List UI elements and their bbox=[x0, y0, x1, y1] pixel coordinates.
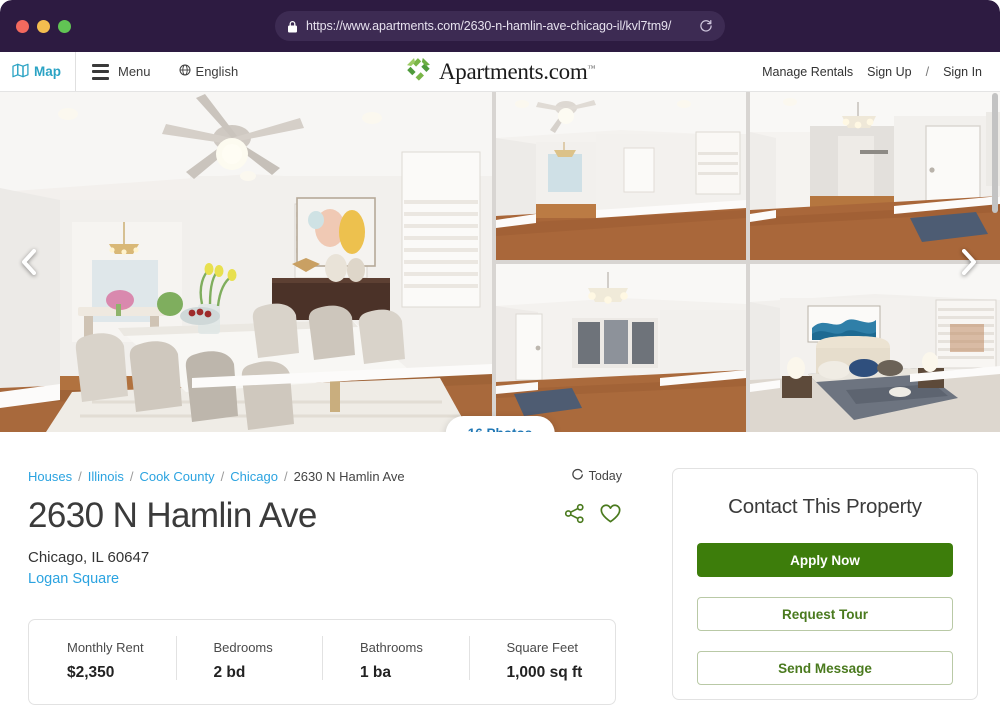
map-icon bbox=[12, 63, 29, 81]
close-window-button[interactable] bbox=[16, 19, 29, 33]
contact-card-title: Contact This Property bbox=[728, 495, 922, 518]
gallery-prev-button[interactable] bbox=[12, 245, 46, 279]
globe-icon bbox=[179, 64, 191, 79]
stat-bedrooms: Bedrooms 2 bd bbox=[175, 635, 323, 682]
thumbnail-photo-3[interactable] bbox=[496, 264, 746, 432]
breadcrumb-item-cook-county[interactable]: Cook County bbox=[139, 469, 214, 484]
language-button[interactable]: English bbox=[165, 52, 253, 91]
sign-in-link[interactable]: Sign In bbox=[943, 65, 982, 79]
apartments-pinwheel-icon bbox=[405, 56, 432, 88]
page-title: 2630 N Hamlin Ave bbox=[28, 496, 317, 535]
breadcrumb-item-chicago[interactable]: Chicago bbox=[230, 469, 278, 484]
header-left-group: Map Menu English bbox=[0, 52, 252, 91]
listing-content: Houses / Illinois / Cook County / Chicag… bbox=[0, 432, 1000, 705]
sign-up-link[interactable]: Sign Up bbox=[867, 65, 911, 79]
stat-value: $2,350 bbox=[67, 663, 115, 681]
manage-rentals-link[interactable]: Manage Rentals bbox=[762, 65, 853, 79]
property-stats: Monthly Rent $2,350 Bedrooms 2 bd Bathro… bbox=[28, 618, 616, 705]
request-tour-button[interactable]: Request Tour bbox=[697, 597, 953, 631]
maximize-window-button[interactable] bbox=[58, 19, 71, 33]
gallery-thumbnails bbox=[496, 92, 1000, 432]
site-logo-text: Apartments.com™ bbox=[438, 58, 596, 84]
stat-square-feet: Square Feet 1,000 sq ft bbox=[468, 635, 616, 682]
stat-label: Bathrooms bbox=[360, 639, 423, 655]
thumbnail-photo-4[interactable] bbox=[750, 264, 1000, 432]
stat-bathrooms: Bathrooms 1 ba bbox=[322, 635, 469, 682]
stat-monthly-rent: Monthly Rent $2,350 bbox=[29, 640, 176, 682]
listing-details-column: Houses / Illinois / Cook County / Chicag… bbox=[28, 468, 648, 705]
breadcrumb-item-illinois[interactable]: Illinois bbox=[88, 469, 124, 484]
hamburger-icon bbox=[92, 63, 109, 80]
share-icon[interactable] bbox=[564, 503, 585, 529]
stat-label: Bedrooms bbox=[213, 639, 273, 655]
page-scrollbar[interactable] bbox=[992, 93, 998, 213]
send-message-button[interactable]: Send Message bbox=[697, 651, 953, 685]
breadcrumb-row: Houses / Illinois / Cook County / Chicag… bbox=[28, 468, 648, 484]
breadcrumb-separator: / bbox=[283, 468, 288, 484]
menu-button-label: Menu bbox=[118, 64, 151, 79]
last-updated: Today bbox=[571, 468, 648, 484]
traffic-lights bbox=[16, 19, 71, 33]
hero-photo[interactable] bbox=[0, 92, 492, 432]
photo-count-button[interactable]: 16 Photos bbox=[445, 416, 555, 432]
browser-chrome: https://www.apartments.com/2630-n-hamlin… bbox=[0, 0, 1000, 52]
gallery-next-button[interactable] bbox=[952, 245, 986, 279]
thumbnail-photo-2[interactable] bbox=[750, 92, 1000, 260]
stat-value: 1,000 sq ft bbox=[506, 663, 583, 681]
breadcrumb-item-houses[interactable]: Houses bbox=[28, 469, 72, 484]
stat-value: 2 bd bbox=[213, 663, 246, 681]
site-header: Map Menu English Apartments.com™ Manage … bbox=[0, 52, 1000, 92]
city-state-zip: Chicago, IL 60647 bbox=[28, 548, 150, 566]
breadcrumb-item-current: 2630 N Hamlin Ave bbox=[293, 468, 405, 484]
refresh-icon bbox=[571, 468, 584, 484]
map-button-label: Map bbox=[34, 64, 61, 79]
browser-window: https://www.apartments.com/2630-n-hamlin… bbox=[0, 0, 1000, 710]
map-button[interactable]: Map bbox=[0, 52, 76, 91]
breadcrumb-separator: / bbox=[220, 468, 225, 484]
title-row: 2630 N Hamlin Ave bbox=[28, 496, 648, 535]
breadcrumb-separator: / bbox=[129, 468, 134, 484]
neighborhood-link[interactable]: Logan Square bbox=[28, 571, 648, 587]
url-text: https://www.apartments.com/2630-n-hamlin… bbox=[306, 19, 672, 33]
site-logo[interactable]: Apartments.com™ bbox=[405, 56, 595, 88]
heart-icon[interactable] bbox=[599, 503, 622, 529]
nav-separator: / bbox=[925, 64, 930, 79]
stat-label: Square Feet bbox=[506, 639, 579, 655]
breadcrumb: Houses / Illinois / Cook County / Chicag… bbox=[28, 469, 405, 484]
address-bar[interactable]: https://www.apartments.com/2630-n-hamlin… bbox=[275, 11, 725, 41]
menu-button[interactable]: Menu bbox=[76, 52, 165, 91]
minimize-window-button[interactable] bbox=[37, 19, 50, 33]
trademark-symbol: ™ bbox=[587, 62, 596, 72]
contact-property-card: Contact This Property Apply Now Request … bbox=[672, 468, 978, 700]
apply-now-button[interactable]: Apply Now bbox=[697, 543, 953, 577]
photo-gallery: 16 Photos bbox=[0, 92, 1000, 432]
header-right-group: Manage Rentals Sign Up / Sign In bbox=[762, 65, 1000, 79]
reload-icon[interactable] bbox=[699, 19, 713, 33]
stat-value: 1 ba bbox=[360, 663, 392, 681]
last-updated-label: Today bbox=[588, 469, 622, 483]
stat-label: Monthly Rent bbox=[67, 639, 144, 655]
language-button-label: English bbox=[195, 64, 239, 79]
thumbnail-photo-1[interactable] bbox=[496, 92, 746, 260]
lock-icon bbox=[287, 20, 298, 33]
breadcrumb-separator: / bbox=[78, 468, 82, 484]
title-actions bbox=[564, 503, 648, 529]
